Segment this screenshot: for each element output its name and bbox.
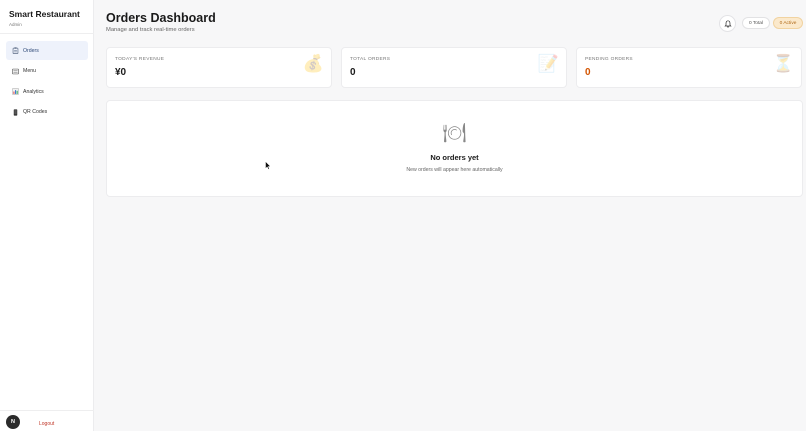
sidebar-item-label: Menu <box>23 68 36 75</box>
sidebar-item-label: QR Codes <box>23 109 48 116</box>
sidebar: Smart Restaurant Admin Orders Menu Analy… <box>0 0 94 431</box>
total-orders-value: 0 <box>350 67 356 78</box>
notifications-button[interactable] <box>719 15 736 32</box>
brand: Smart Restaurant Admin <box>9 9 80 27</box>
memo-icon: 📝 <box>537 54 559 73</box>
divider <box>0 33 94 34</box>
empty-state-title: No orders yet <box>430 153 479 162</box>
mouse-cursor-icon <box>265 157 272 175</box>
sidebar-footer: N Logout <box>0 410 94 431</box>
sidebar-item-menu[interactable]: Menu <box>6 62 88 81</box>
bell-icon <box>723 15 732 33</box>
orders-panel: 🍽 No orders yet New orders will appear h… <box>106 100 803 197</box>
brand-name: Smart Restaurant <box>9 9 80 19</box>
sidebar-item-qr-codes[interactable]: QR Codes <box>6 103 88 122</box>
main-content: Orders Dashboard Manage and track real-t… <box>94 0 806 431</box>
clipboard-icon <box>12 47 19 54</box>
plate-cutlery-icon: 🍽 <box>442 123 467 144</box>
page-title: Orders Dashboard <box>106 11 216 25</box>
phone-icon <box>12 109 19 116</box>
page-subtitle: Manage and track real-time orders <box>106 27 195 33</box>
card-label: TODAY'S REVENUE <box>115 57 165 62</box>
revenue-value: ¥0 <box>115 67 127 78</box>
avatar[interactable]: N <box>6 415 20 429</box>
card-label: PENDING ORDERS <box>585 57 633 62</box>
empty-state-subtitle: New orders will appear here automaticall… <box>406 167 503 173</box>
sidebar-item-orders[interactable]: Orders <box>6 41 88 60</box>
money-bag-icon: 💰 <box>302 54 324 73</box>
logout-button[interactable]: Logout <box>39 421 54 427</box>
sidebar-nav: Orders Menu Analytics QR Codes <box>6 41 88 123</box>
revenue-card: TODAY'S REVENUE ¥0 💰 <box>106 47 332 88</box>
sidebar-item-analytics[interactable]: Analytics <box>6 82 88 101</box>
hourglass-icon: ⏳ <box>772 54 794 73</box>
chart-icon <box>12 88 19 96</box>
menu-icon <box>12 68 19 75</box>
total-orders-card: TOTAL ORDERS 0 📝 <box>341 47 567 88</box>
sidebar-item-label: Analytics <box>23 88 44 95</box>
brand-role: Admin <box>9 22 22 27</box>
sidebar-item-label: Orders <box>23 47 39 54</box>
pending-orders-card: PENDING ORDERS 0 ⏳ <box>576 47 802 88</box>
total-orders-badge[interactable]: 0 Total <box>742 17 770 29</box>
pending-orders-value: 0 <box>585 67 591 78</box>
active-orders-badge[interactable]: 0 Active <box>773 17 803 29</box>
card-label: TOTAL ORDERS <box>350 57 391 62</box>
